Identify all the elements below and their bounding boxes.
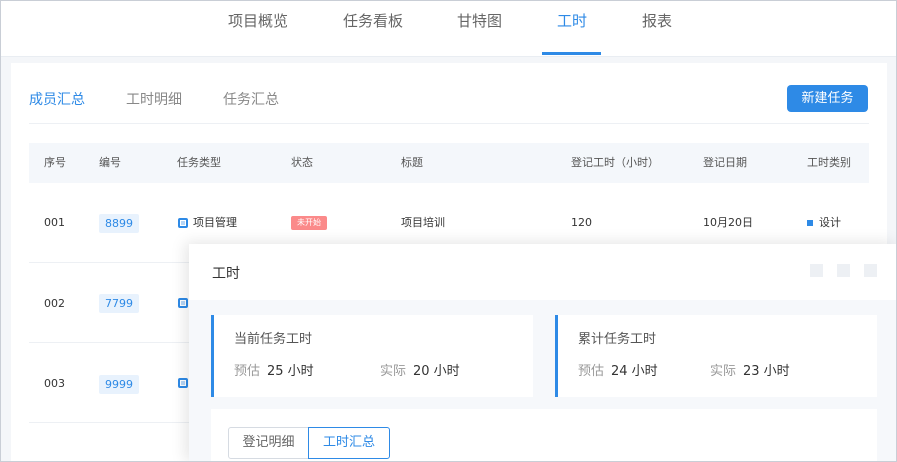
- cumulative-card-title: 累计任务工时: [578, 332, 657, 347]
- worktime-panel: 工时 当前任务工时 预估 25 小时 实际 20 小时 累计任务工时 预估 24…: [189, 244, 896, 461]
- col-header-date: 登记日期: [703, 156, 747, 169]
- close-icon[interactable]: [864, 264, 877, 277]
- col-header-status: 状态: [291, 156, 313, 169]
- col-header-index: 序号: [44, 156, 66, 169]
- subtab-task-summary[interactable]: 任务汇总: [223, 91, 279, 109]
- col-header-hours: 登记工时（小时）: [571, 156, 659, 169]
- current-estimate-value: 25 小时: [267, 364, 314, 379]
- subtab-divider: [29, 123, 869, 124]
- tab-task-board[interactable]: 任务看板: [343, 11, 403, 31]
- minimize-icon[interactable]: [810, 264, 823, 277]
- task-type-icon: [178, 378, 188, 388]
- col-header-type: 任务类型: [177, 156, 221, 169]
- cumulative-estimate-value: 24 小时: [611, 364, 658, 379]
- task-type-icon: [178, 298, 188, 308]
- row-code-tag[interactable]: 7799: [99, 294, 139, 313]
- status-badge: 未开始: [291, 216, 327, 230]
- current-actual-value: 20 小时: [413, 364, 460, 379]
- current-task-hours-card: 当前任务工时 预估 25 小时 实际 20 小时: [211, 315, 533, 397]
- current-card-title: 当前任务工时: [234, 332, 313, 347]
- tab-project-overview[interactable]: 项目概览: [228, 11, 288, 31]
- cumulative-task-hours-card: 累计任务工时 预估 24 小时 实际 23 小时: [555, 315, 877, 397]
- row-category: 设计: [819, 216, 841, 229]
- col-header-code: 编号: [99, 156, 121, 169]
- row-date: 10月20日: [703, 216, 753, 229]
- row-task-type: 项目管理: [193, 216, 237, 229]
- tab-gantt[interactable]: 甘特图: [457, 11, 502, 31]
- app-frame: 项目概览 任务看板 甘特图 工时 报表 成员汇总 工时明细 任务汇总 新建任务 …: [0, 0, 897, 462]
- table-header: 序号 编号 任务类型 状态 标题 登记工时（小时） 登记日期 工时类别: [29, 143, 869, 183]
- subtab-member-summary[interactable]: 成员汇总: [29, 91, 85, 109]
- maximize-icon[interactable]: [837, 264, 850, 277]
- row-index: 003: [44, 377, 65, 390]
- new-task-button[interactable]: 新建任务: [787, 85, 868, 112]
- row-title[interactable]: 项目培训: [401, 215, 445, 231]
- panel-title: 工时: [212, 266, 240, 282]
- row-index: 001: [44, 216, 65, 229]
- panel-detail-card: 登记明细 工时汇总: [211, 409, 877, 461]
- task-type-icon: [178, 218, 188, 228]
- current-estimate-label: 预估: [234, 364, 261, 379]
- active-tab-indicator: [542, 52, 601, 55]
- row-code-tag[interactable]: 9999: [99, 375, 139, 394]
- subtab-worktime-detail[interactable]: 工时明细: [126, 91, 182, 109]
- col-header-title: 标题: [401, 156, 423, 169]
- row-hours: 120: [571, 216, 592, 229]
- current-actual-label: 实际: [380, 364, 407, 379]
- cumulative-actual-label: 实际: [710, 364, 737, 379]
- segment-registration-detail[interactable]: 登记明细: [228, 427, 309, 459]
- row-index: 002: [44, 297, 65, 310]
- tab-worktime[interactable]: 工时: [557, 11, 587, 31]
- tab-reports[interactable]: 报表: [642, 11, 672, 31]
- row-code-tag[interactable]: 8899: [99, 214, 139, 233]
- col-header-category: 工时类别: [807, 156, 851, 169]
- panel-header: 工时: [189, 244, 896, 300]
- cumulative-estimate-label: 预估: [578, 364, 605, 379]
- segment-worktime-summary[interactable]: 工时汇总: [308, 427, 390, 459]
- category-square-icon: [807, 220, 813, 226]
- cumulative-actual-value: 23 小时: [743, 364, 790, 379]
- top-nav: 项目概览 任务看板 甘特图 工时 报表: [1, 1, 896, 57]
